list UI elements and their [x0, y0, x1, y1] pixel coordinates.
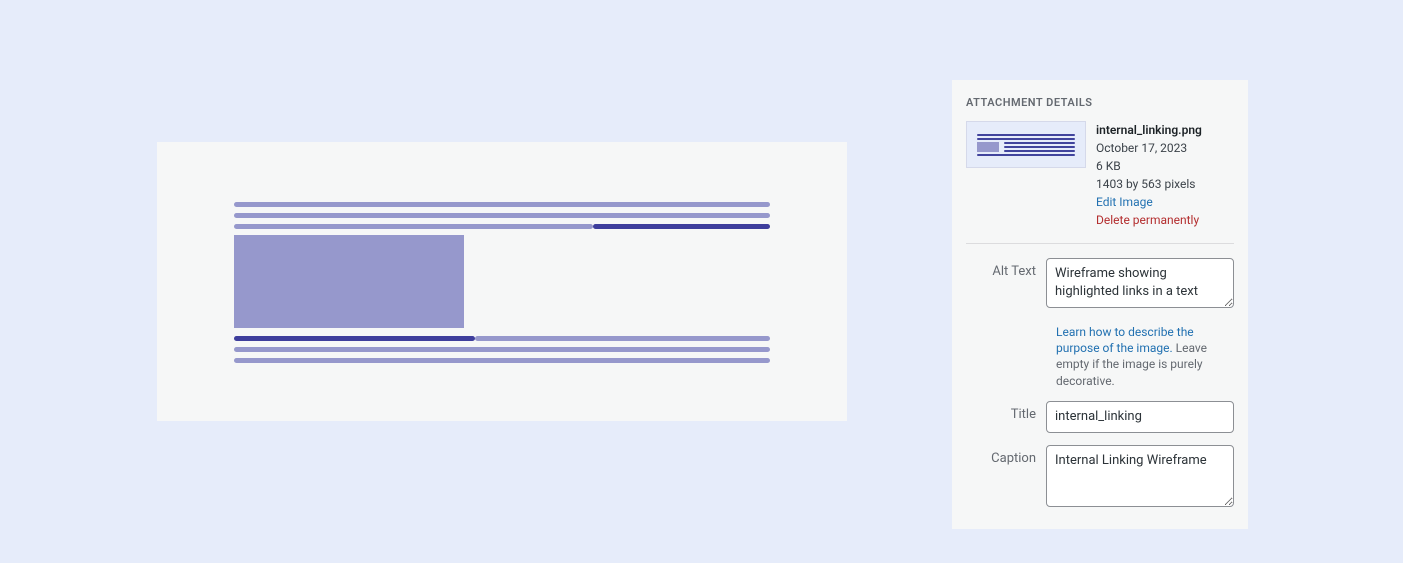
wf-text-line [234, 224, 770, 229]
wf-image-block [234, 235, 464, 328]
attachment-meta: internal_linking.png October 17, 2023 6 … [1096, 121, 1234, 229]
wf-text-line [234, 347, 770, 352]
attachment-dimensions: 1403 by 563 pixels [1096, 175, 1234, 193]
attachment-date: October 17, 2023 [1096, 139, 1234, 157]
attachment-filesize: 6 KB [1096, 157, 1234, 175]
wf-text-line [234, 213, 770, 218]
caption-label: Caption [966, 445, 1046, 511]
attachment-details-panel: ATTACHMENT DETAILS internal_linking.png … [952, 80, 1248, 529]
delete-permanently-link[interactable]: Delete permanently [1096, 211, 1234, 229]
alt-text-input[interactable] [1046, 258, 1234, 308]
panel-heading: ATTACHMENT DETAILS [966, 96, 1234, 109]
attachment-filename: internal_linking.png [1096, 121, 1234, 139]
divider [966, 243, 1234, 244]
attachment-thumbnail[interactable] [966, 121, 1086, 168]
alt-text-label: Alt Text [966, 258, 1046, 312]
edit-image-link[interactable]: Edit Image [1096, 193, 1234, 211]
wf-text-line [234, 358, 770, 363]
wireframe-preview [157, 142, 847, 421]
title-label: Title [966, 401, 1046, 433]
title-input[interactable] [1046, 401, 1234, 433]
alt-text-help: Learn how to describe the purpose of the… [1056, 324, 1234, 389]
wf-text-line [234, 336, 770, 341]
wf-text-line [234, 202, 770, 207]
caption-input[interactable] [1046, 445, 1234, 507]
